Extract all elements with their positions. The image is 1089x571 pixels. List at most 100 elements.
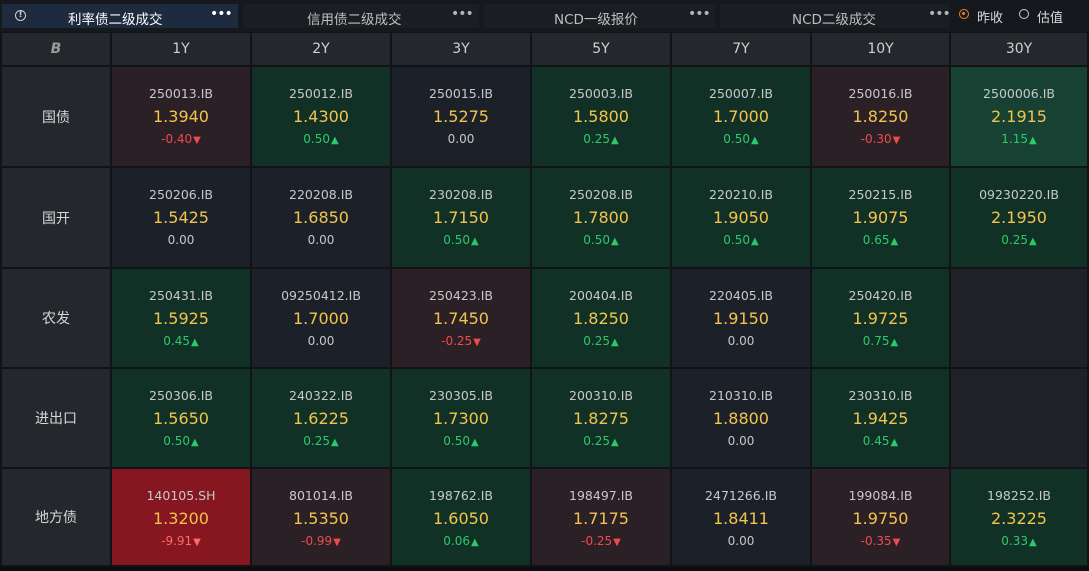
bond-yield: 1.7150 <box>433 208 489 227</box>
tab-ncd-secondary-trades[interactable]: NCD二级成交 ••• <box>720 4 951 28</box>
column-header-3y[interactable]: 3Y <box>392 33 530 65</box>
change-value: 0.25 <box>303 434 330 448</box>
bond-cell[interactable]: 220405.IB 1.9150 0.00 <box>672 269 810 367</box>
triangle-up-icon: ▲ <box>471 537 479 548</box>
bond-cell[interactable]: 210310.IB 1.8800 0.00 <box>672 369 810 467</box>
bond-yield: 1.9075 <box>852 208 909 227</box>
bond-change: 0.50▲ <box>392 434 530 448</box>
tab-credit-bond-trades[interactable]: 信用债二级成交 ••• <box>243 4 479 28</box>
corner-cell: B <box>2 33 110 65</box>
bond-code: 199084.IB <box>848 488 913 503</box>
bond-cell[interactable]: 200310.IB 1.8275 0.25▲ <box>532 369 670 467</box>
bond-code: 220208.IB <box>289 187 353 202</box>
bond-change: -9.91▼ <box>112 534 250 548</box>
bond-code: 198252.IB <box>987 488 1051 503</box>
bond-cell[interactable]: 801014.IB 1.5350 -0.99▼ <box>252 469 390 565</box>
more-icon[interactable]: ••• <box>928 6 951 22</box>
bond-cell[interactable]: 250003.IB 1.5800 0.25▲ <box>532 67 670 166</box>
bond-cell[interactable]: 250013.IB 1.3940 -0.40▼ <box>112 67 250 166</box>
radio-valuation[interactable] <box>1019 9 1029 19</box>
more-icon[interactable]: ••• <box>451 6 474 22</box>
bond-cell[interactable]: 199084.IB 1.9750 -0.35▼ <box>812 469 949 565</box>
bond-cell[interactable]: 09230220.IB 2.1950 0.25▲ <box>951 168 1087 267</box>
bond-cell[interactable]: 2471266.IB 1.8411 0.00 <box>672 469 810 565</box>
bond-cell[interactable]: 09250412.IB 1.7000 0.00 <box>252 269 390 367</box>
bond-cell[interactable]: 250007.IB 1.7000 0.50▲ <box>672 67 810 166</box>
bond-cell[interactable]: 250016.IB 1.8250 -0.30▼ <box>812 67 949 166</box>
bond-change: 0.25▲ <box>532 434 670 448</box>
bond-yield: 1.6225 <box>293 409 349 428</box>
bond-cell[interactable]: 198497.IB 1.7175 -0.25▼ <box>532 469 670 565</box>
bond-cell[interactable]: 230208.IB 1.7150 0.50▲ <box>392 168 530 267</box>
bond-cell[interactable]: 250208.IB 1.7800 0.50▲ <box>532 168 670 267</box>
bond-cell[interactable]: 250420.IB 1.9725 0.75▲ <box>812 269 949 367</box>
bond-code: 250431.IB <box>149 288 213 303</box>
more-icon[interactable]: ••• <box>688 6 711 22</box>
bond-cell[interactable]: 230310.IB 1.9425 0.45▲ <box>812 369 949 467</box>
bond-code: 140105.SH <box>146 488 216 503</box>
bond-change: 0.50▲ <box>532 233 670 247</box>
radio-valuation-label[interactable]: 估值 <box>1037 7 1063 26</box>
bond-cell[interactable]: 250015.IB 1.5275 0.00 <box>392 67 530 166</box>
column-header-10y[interactable]: 10Y <box>812 33 949 65</box>
triangle-up-icon: ▲ <box>1029 236 1037 247</box>
bond-code: 09250412.IB <box>281 288 361 303</box>
triangle-up-icon: ▲ <box>471 437 479 448</box>
triangle-up-icon: ▲ <box>331 437 339 448</box>
tab-rate-bond-trades[interactable]: ! 利率债二级成交 ••• <box>2 4 238 28</box>
change-value: 0.00 <box>727 434 755 448</box>
bond-cell[interactable]: 250215.IB 1.9075 0.65▲ <box>812 168 949 267</box>
triangle-up-icon: ▲ <box>1029 537 1037 548</box>
change-value: -0.25 <box>581 534 613 548</box>
radio-prev-close[interactable] <box>959 9 969 19</box>
bond-change: 0.45▲ <box>112 334 250 348</box>
bond-yield: 1.8275 <box>573 409 629 428</box>
bond-cell[interactable]: 198762.IB 1.6050 0.06▲ <box>392 469 530 565</box>
change-value: 0.00 <box>307 334 335 348</box>
bond-code: 220405.IB <box>709 288 773 303</box>
more-icon[interactable]: ••• <box>210 6 233 22</box>
column-header-1y[interactable]: 1Y <box>112 33 250 65</box>
radio-prev-close-label[interactable]: 昨收 <box>977 7 1003 26</box>
column-header-30y[interactable]: 30Y <box>951 33 1087 65</box>
triangle-down-icon: ▼ <box>892 135 901 146</box>
bond-cell[interactable]: 200404.IB 1.8250 0.25▲ <box>532 269 670 367</box>
bond-change: 0.00 <box>672 434 810 448</box>
tab-ncd-primary-quotes[interactable]: NCD一级报价 ••• <box>484 4 715 28</box>
bond-change: -0.99▼ <box>252 534 390 548</box>
bond-change: 0.00 <box>392 132 530 146</box>
tab-label: 利率债二级成交 <box>68 12 163 28</box>
bond-cell[interactable]: 250423.IB 1.7450 -0.25▼ <box>392 269 530 367</box>
triangle-up-icon: ▲ <box>890 437 899 448</box>
bond-cell[interactable]: 250012.IB 1.4300 0.50▲ <box>252 67 390 166</box>
tab-label: 信用债二级成交 <box>307 12 402 28</box>
bond-cell[interactable]: 198252.IB 2.3225 0.33▲ <box>951 469 1087 565</box>
bond-cell[interactable]: 240322.IB 1.6225 0.25▲ <box>252 369 390 467</box>
change-value: 0.00 <box>167 233 195 247</box>
column-header-2y[interactable]: 2Y <box>252 33 390 65</box>
bond-change: -0.25▼ <box>532 534 670 548</box>
column-header-7y[interactable]: 7Y <box>672 33 810 65</box>
bond-cell[interactable]: 230305.IB 1.7300 0.50▲ <box>392 369 530 467</box>
change-value: 0.00 <box>447 132 475 146</box>
bond-cell[interactable]: 250306.IB 1.5650 0.50▲ <box>112 369 250 467</box>
triangle-up-icon: ▲ <box>331 135 339 146</box>
column-header-5y[interactable]: 5Y <box>532 33 670 65</box>
change-value: 0.45 <box>862 434 890 448</box>
bond-yield: 2.3225 <box>991 509 1047 528</box>
bond-cell[interactable]: 2500006.IB 2.1915 1.15▲ <box>951 67 1087 166</box>
bond-change: 0.00 <box>252 334 390 348</box>
bond-cell[interactable]: 250431.IB 1.5925 0.45▲ <box>112 269 250 367</box>
bond-cell[interactable]: 250206.IB 1.5425 0.00 <box>112 168 250 267</box>
bond-code: 210310.IB <box>709 388 773 403</box>
change-value: 1.15 <box>1001 132 1028 146</box>
row-label: 地方债 <box>2 469 110 565</box>
bond-code: 2471266.IB <box>705 488 777 503</box>
bond-yield: 1.5800 <box>573 107 629 126</box>
bond-cell[interactable]: 140105.SH 1.3200 -9.91▼ <box>112 469 250 565</box>
bond-cell[interactable]: 220208.IB 1.6850 0.00 <box>252 168 390 267</box>
bond-cell[interactable]: 220210.IB 1.9050 0.50▲ <box>672 168 810 267</box>
bond-yield: 1.5350 <box>293 509 349 528</box>
info-circle-icon[interactable]: ! <box>15 10 26 21</box>
change-value: 0.33 <box>1001 534 1028 548</box>
